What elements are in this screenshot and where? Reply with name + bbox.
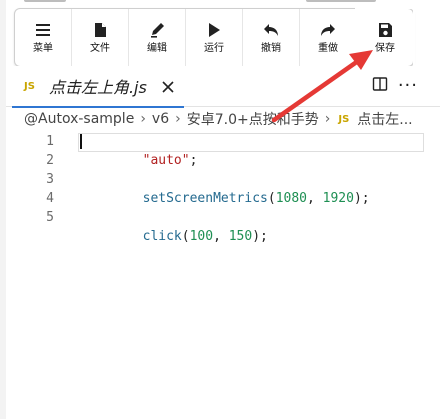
save-button[interactable]: 保存 xyxy=(355,7,415,68)
run-label: 运行 xyxy=(204,42,224,54)
chevron-right-icon: › xyxy=(140,111,146,127)
more-menu[interactable]: ··· xyxy=(398,77,418,95)
undo-button[interactable]: 撤销 xyxy=(243,9,300,66)
edit-icon xyxy=(148,21,166,39)
redo-icon xyxy=(319,21,337,39)
save-label: 保存 xyxy=(375,42,395,54)
text-caret xyxy=(80,134,82,149)
code-text: click(100, 150); xyxy=(80,208,268,265)
status-bar xyxy=(6,0,440,6)
chevron-right-icon: › xyxy=(324,111,331,127)
line-number: 4 xyxy=(46,191,54,206)
code-line[interactable]: 3 setScreenMetrics(1080, 1920); xyxy=(6,170,440,206)
breadcrumb-item[interactable]: 安卓7.0+点按和手势 xyxy=(187,109,319,129)
file-label: 文件 xyxy=(90,42,110,54)
code-editor[interactable]: 1 "auto"; 2 3 setScreenMetrics(1080, 192… xyxy=(6,130,440,419)
code-line[interactable]: 2 xyxy=(6,151,440,170)
code-line[interactable]: 1 "auto"; xyxy=(6,132,440,168)
breadcrumb-item[interactable]: v6 xyxy=(152,111,169,127)
breadcrumb-file[interactable]: 点击左... xyxy=(357,109,412,129)
tab-actions: ··· xyxy=(372,76,418,96)
tab-file[interactable]: JS 点击左上角.js xyxy=(12,66,184,108)
breadcrumb: @Autox-sample › v6 › 安卓7.0+点按和手势 › JS 点击… xyxy=(24,108,440,130)
function-token: click xyxy=(142,229,182,244)
chevron-right-icon: › xyxy=(175,111,181,127)
line-number: 2 xyxy=(46,153,54,168)
split-view-icon[interactable] xyxy=(372,76,388,96)
play-icon xyxy=(205,21,223,39)
punctuation-token: ( xyxy=(181,229,190,244)
breadcrumb-item[interactable]: @Autox-sample xyxy=(24,111,134,127)
redo-label: 重做 xyxy=(318,42,338,54)
edit-button[interactable]: 编辑 xyxy=(129,9,186,66)
edit-label: 编辑 xyxy=(147,42,167,54)
close-icon[interactable] xyxy=(161,79,175,93)
number-token: 100 xyxy=(189,229,214,244)
punctuation-token: , xyxy=(213,229,229,244)
menu-label: 菜单 xyxy=(33,42,53,54)
number-token: 150 xyxy=(228,229,253,244)
editor-toolbar: 菜单 文件 编辑 运行 撤销 重做 保存 xyxy=(14,7,415,68)
line-number: 5 xyxy=(46,210,54,225)
save-icon xyxy=(376,21,394,39)
js-badge: JS xyxy=(338,113,350,125)
run-button[interactable]: 运行 xyxy=(186,9,243,66)
tab-title: 点击左上角.js xyxy=(48,78,147,97)
undo-label: 撤销 xyxy=(261,42,281,54)
editor-screen: 菜单 文件 编辑 运行 撤销 重做 保存 JS 点击左上角.js ··· @Au… xyxy=(6,0,440,419)
line-number: 3 xyxy=(46,172,54,187)
js-badge: JS xyxy=(24,80,35,92)
file-icon xyxy=(91,21,109,39)
menu-icon xyxy=(34,21,52,39)
code-line[interactable]: 4 xyxy=(6,189,440,208)
redo-button[interactable]: 重做 xyxy=(300,9,357,66)
punctuation-token: ); xyxy=(252,229,268,244)
file-button[interactable]: 文件 xyxy=(72,9,129,66)
menu-button[interactable]: 菜单 xyxy=(15,9,72,66)
tab-bar: JS 点击左上角.js ··· xyxy=(6,66,440,108)
undo-icon xyxy=(262,21,280,39)
line-number: 1 xyxy=(46,134,54,149)
code-line[interactable]: 5 click(100, 150); xyxy=(6,208,440,244)
